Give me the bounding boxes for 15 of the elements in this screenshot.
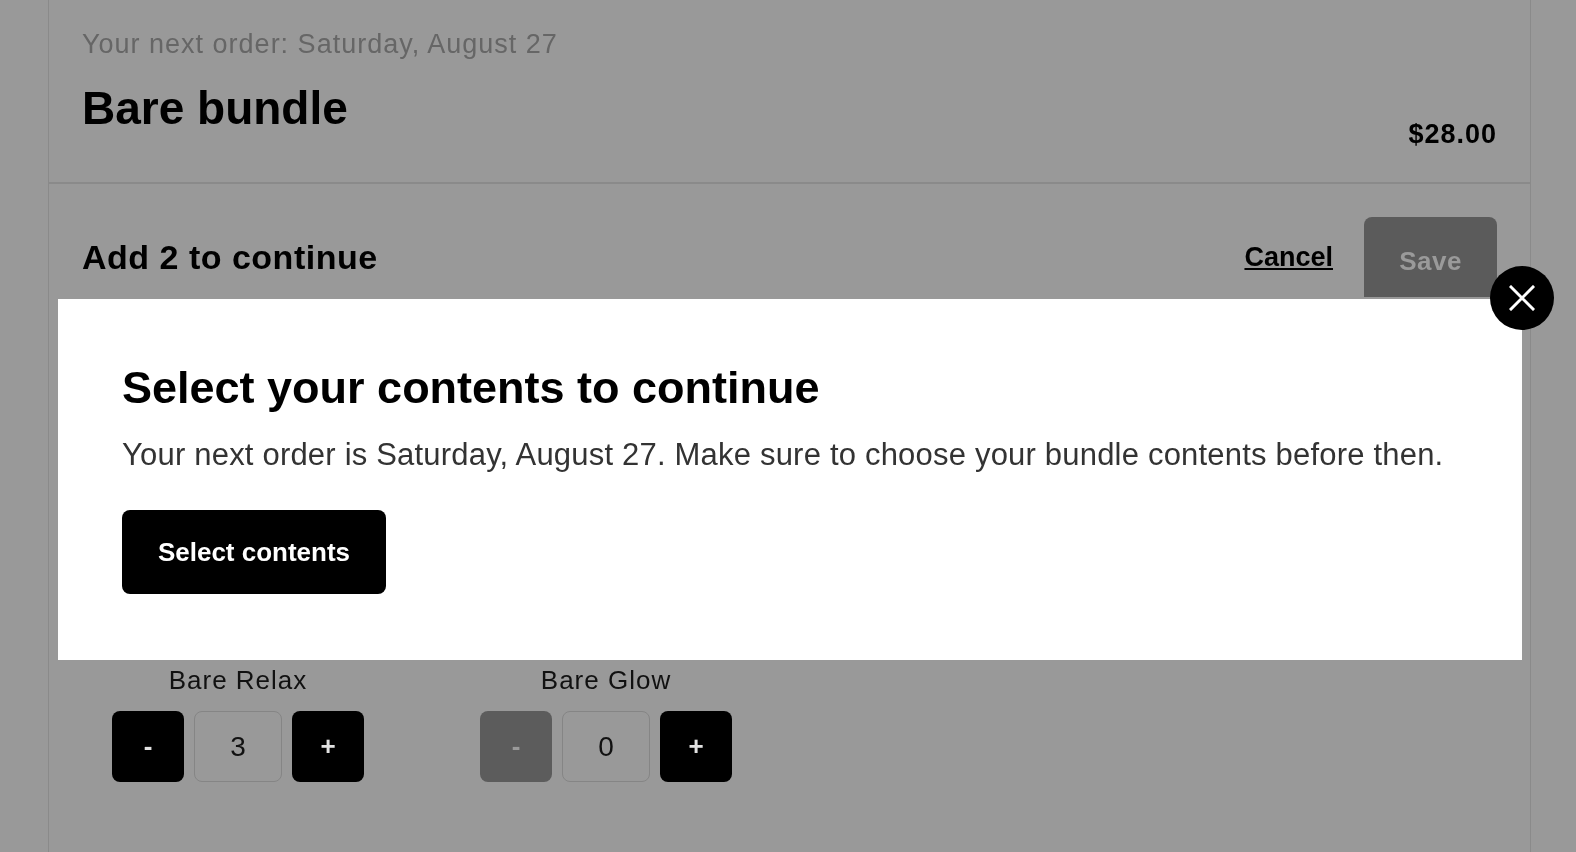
product-name: Bare Relax xyxy=(168,664,308,696)
quantity-field[interactable]: 0 xyxy=(562,711,650,782)
cancel-link[interactable]: Cancel xyxy=(1244,240,1333,274)
decrease-button[interactable]: - xyxy=(112,711,184,782)
modal-title: Select your contents to continue xyxy=(122,362,820,414)
quantity-field[interactable]: 3 xyxy=(194,711,282,782)
modal-message: Your next order is Saturday, August 27. Make sure to choose your bundle contents before then. xyxy=(122,436,1444,474)
product-name: Bare Glow xyxy=(540,664,672,696)
increase-button[interactable]: + xyxy=(292,711,364,782)
select-contents-button[interactable]: Select contents xyxy=(122,510,386,594)
selection-prompt: Add 2 to continue xyxy=(82,237,378,277)
bundle-price: $28.00 xyxy=(1408,118,1497,151)
bundle-title: Bare bundle xyxy=(82,81,349,135)
increase-button[interactable]: + xyxy=(660,711,732,782)
close-icon xyxy=(1509,285,1535,311)
